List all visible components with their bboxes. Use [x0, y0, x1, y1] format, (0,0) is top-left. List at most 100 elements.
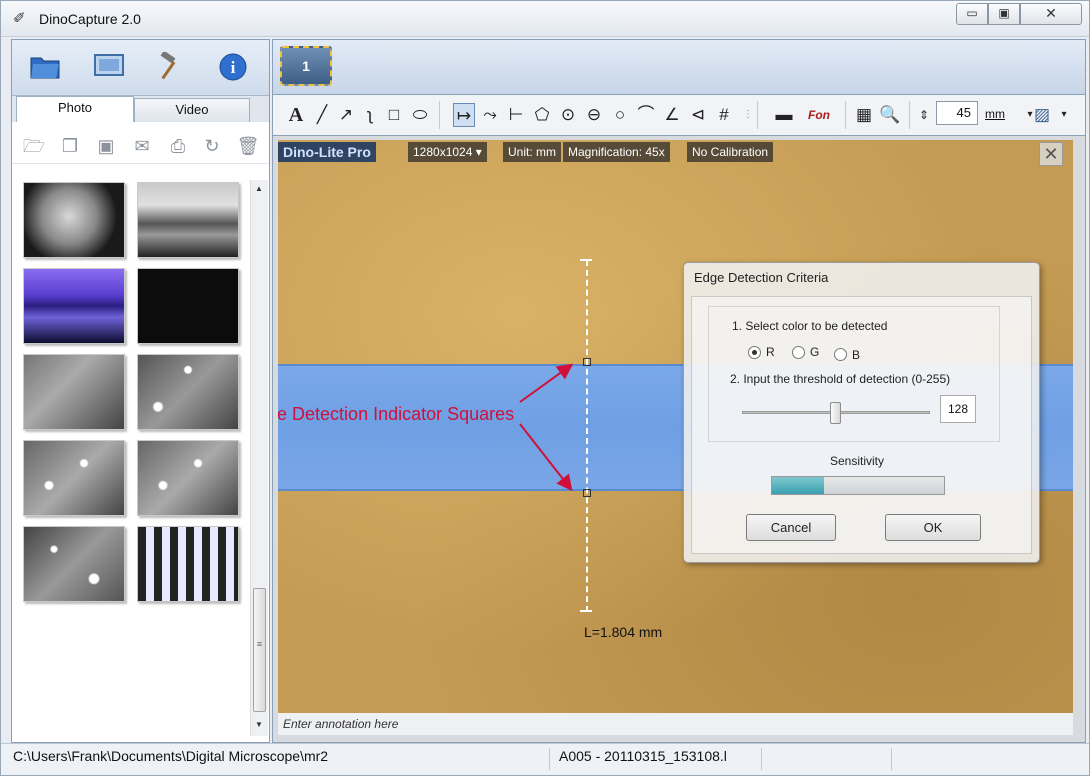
status-separator: [891, 748, 892, 770]
settings-dropdown-icon[interactable]: ▾: [1053, 103, 1075, 127]
sensitivity-bar: [771, 476, 945, 495]
toolbar-separator: [909, 101, 910, 129]
continuous-line-tool-icon[interactable]: ⤳: [479, 103, 501, 127]
threshold-slider-thumb[interactable]: [830, 402, 841, 424]
photo-tools: 🗁 ❐ ▣ ✉ ⎙ ↻ 🗑: [12, 122, 269, 164]
copy-icon[interactable]: ❐: [58, 134, 82, 158]
ok-button[interactable]: OK: [885, 514, 981, 541]
measurement-cap-bottom: [580, 610, 592, 612]
trash-icon[interactable]: 🗑: [236, 134, 260, 158]
scroll-up-icon[interactable]: ▲: [255, 184, 263, 193]
radio-b[interactable]: [834, 348, 847, 361]
magnification-stepper-icon[interactable]: ⇕: [913, 103, 935, 127]
thumbnail-4[interactable]: [137, 268, 239, 344]
image-close-icon[interactable]: ✕: [1039, 142, 1063, 166]
hammer-icon[interactable]: [152, 50, 186, 84]
line-width-icon[interactable]: ▬: [769, 103, 799, 127]
radio-g-label: G: [810, 345, 820, 359]
toolbar-separator: [439, 101, 440, 129]
camera-1-button[interactable]: 1: [280, 46, 332, 86]
status-file: A005 - 20110315_153108.l: [559, 748, 727, 764]
thumbnail-scrollbar[interactable]: ▲ ≡ ▼: [250, 180, 268, 736]
print-icon[interactable]: ⎙: [166, 134, 190, 158]
polyline-tool-icon[interactable]: ʅ: [359, 103, 381, 127]
parallel-line-tool-icon[interactable]: ⊢: [505, 103, 527, 127]
thumbnail-6[interactable]: [137, 354, 239, 430]
angle-tool-icon[interactable]: ∠: [661, 103, 683, 127]
measurement-label: L=1.804 mm: [584, 624, 663, 640]
open-icon[interactable]: 🗁: [22, 134, 46, 158]
magnification-input[interactable]: 45: [936, 101, 978, 125]
minimize-button[interactable]: ▭: [956, 3, 988, 25]
angle-4pt-tool-icon[interactable]: ⊲: [687, 103, 709, 127]
camera-bar: 1: [272, 39, 1086, 95]
step1-label: 1. Select color to be detected: [732, 319, 888, 333]
calibration-label: No Calibration: [687, 142, 774, 162]
tab-video[interactable]: Video: [134, 98, 250, 122]
annotation-input[interactable]: Enter annotation here: [278, 713, 1073, 735]
thumbnail-1[interactable]: [23, 182, 125, 258]
line-measure-tool-icon[interactable]: ↦: [453, 103, 475, 127]
cancel-button[interactable]: Cancel: [746, 514, 836, 541]
toolbar-separator: [845, 101, 846, 129]
brand-label: Dino-Lite Pro: [278, 142, 376, 162]
left-icon-bar: i: [12, 40, 269, 96]
title-bar: ✐ DinoCapture 2.0 ▭ ▣ ✕: [1, 1, 1089, 37]
rotate-icon[interactable]: ↻: [200, 134, 224, 158]
unit-label: Unit: mm: [503, 142, 561, 162]
sensitivity-label: Sensitivity: [830, 454, 885, 468]
threshold-input[interactable]: 128: [940, 395, 976, 423]
step2-label: 2. Input the threshold of detection (0-2…: [730, 372, 951, 386]
circle-diameter-tool-icon[interactable]: ⊖: [583, 103, 605, 127]
resolution-select[interactable]: 1280x1024 ▾: [408, 142, 487, 162]
circle-radius-tool-icon[interactable]: ⊙: [557, 103, 579, 127]
thumbnail-5[interactable]: [23, 354, 125, 430]
line-tool-icon[interactable]: ╱: [311, 103, 333, 127]
svg-text:i: i: [231, 58, 236, 77]
circle-3pt-tool-icon[interactable]: ○: [609, 103, 631, 127]
grid-tool-icon[interactable]: #: [713, 103, 735, 127]
radio-r[interactable]: [748, 346, 761, 359]
magnification-label: Magnification: 45x: [563, 142, 670, 162]
unit-select[interactable]: mm: [985, 103, 1019, 125]
app-icon: ✐: [13, 10, 26, 27]
info-icon[interactable]: i: [216, 52, 250, 84]
status-separator: [761, 748, 762, 770]
arrow-tool-icon[interactable]: ↗: [335, 103, 357, 127]
image-settings-icon[interactable]: ▨: [1029, 103, 1055, 127]
scroll-thumb[interactable]: ≡: [253, 588, 266, 712]
save-icon[interactable]: ▣: [94, 134, 118, 158]
app-window: ✐ DinoCapture 2.0 ▭ ▣ ✕ i Photo Video 🗁 …: [0, 0, 1090, 776]
monitor-icon[interactable]: [92, 52, 126, 84]
sensitivity-fill: [772, 477, 824, 494]
thumbnail-7[interactable]: [23, 440, 125, 516]
folder-icon[interactable]: [28, 52, 62, 84]
maximize-button[interactable]: ▣: [988, 3, 1020, 25]
arc-tool-icon[interactable]: ⌒: [635, 103, 657, 127]
polygon-tool-icon[interactable]: ⬠: [531, 103, 553, 127]
font-tool-icon[interactable]: Fon: [803, 103, 835, 127]
window-title: DinoCapture 2.0: [39, 11, 141, 27]
edge-detection-dialog: Edge Detection Criteria 1. Select color …: [683, 262, 1040, 563]
scroll-down-icon[interactable]: ▼: [255, 720, 263, 729]
photo-video-tabs: Photo Video: [12, 96, 269, 122]
close-button[interactable]: ✕: [1020, 3, 1082, 25]
text-tool-icon[interactable]: A: [285, 103, 307, 127]
radio-b-label: B: [852, 348, 861, 362]
tool-scroll-icon[interactable]: ⋮: [737, 103, 759, 127]
status-bar: C:\Users\Frank\Documents\Digital Microsc…: [1, 743, 1089, 775]
email-icon[interactable]: ✉: [130, 134, 154, 158]
rectangle-tool-icon[interactable]: □: [383, 103, 405, 127]
thumbnail-2[interactable]: [137, 182, 239, 258]
radio-g[interactable]: [792, 346, 805, 359]
thumbnail-3[interactable]: [23, 268, 125, 344]
tab-photo[interactable]: Photo: [16, 96, 134, 122]
table-tool-icon[interactable]: ▦: [853, 103, 875, 127]
thumbnail-8[interactable]: [137, 440, 239, 516]
ellipse-tool-icon[interactable]: ⬭: [409, 103, 431, 127]
thumbnail-10[interactable]: [137, 526, 239, 602]
status-separator: [549, 748, 550, 770]
annotation-text[interactable]: Edge Detection Indicator Squares: [278, 404, 514, 425]
thumbnail-9[interactable]: [23, 526, 125, 602]
zoom-icon[interactable]: 🔍: [879, 103, 901, 127]
